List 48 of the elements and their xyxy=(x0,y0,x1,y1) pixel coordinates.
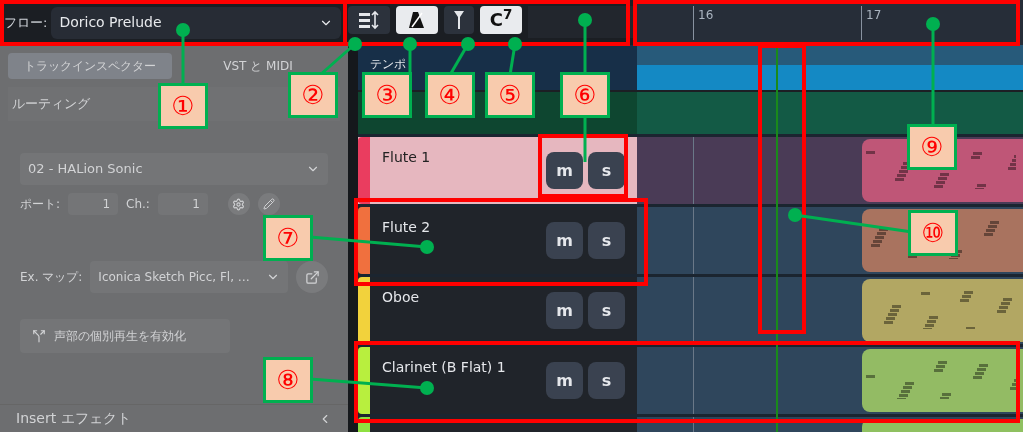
split-arrows-icon xyxy=(32,329,46,343)
track-name: Clarinet (B Flat) 1 xyxy=(382,359,506,375)
track-header[interactable]: Flute 2 m s xyxy=(358,207,637,274)
callout-line xyxy=(176,23,190,85)
callout-number: ⑨ xyxy=(907,124,957,170)
solo-button[interactable]: s xyxy=(588,362,625,399)
metronome-button[interactable] xyxy=(396,6,438,34)
section-title: ルーティング xyxy=(12,95,90,114)
solo-button[interactable]: s xyxy=(588,152,625,189)
chord-button[interactable]: C$^{7}$ xyxy=(480,6,522,34)
edit-icon[interactable] xyxy=(257,193,280,215)
callout-number: ④ xyxy=(425,72,475,118)
settings-icon[interactable] xyxy=(227,193,250,215)
mute-button[interactable]: m xyxy=(546,292,583,329)
mute-button[interactable]: m xyxy=(546,152,583,189)
channel-label: Ch.: xyxy=(126,196,150,213)
track-height-button[interactable] xyxy=(348,6,390,34)
mute-button[interactable]: m xyxy=(546,362,583,399)
rows-arrows-icon xyxy=(358,10,380,30)
flow-label: フロー: xyxy=(4,13,48,32)
port-label: ポート: xyxy=(20,196,61,213)
track-name: Flute 2 xyxy=(382,219,431,235)
callout-number: ② xyxy=(288,72,338,118)
filter-button[interactable] xyxy=(444,6,474,34)
callout-number: ① xyxy=(158,83,208,129)
callout-number: ③ xyxy=(362,72,412,118)
callout-number: ⑧ xyxy=(263,357,313,403)
filter-icon xyxy=(453,9,465,31)
callout-number: ⑤ xyxy=(485,72,535,118)
solo-button[interactable]: s xyxy=(588,222,625,259)
callout-line xyxy=(403,37,417,75)
solo-button[interactable]: s xyxy=(588,292,625,329)
track-header[interactable]: Clarinet (B Flat) 1 m s xyxy=(358,347,637,414)
metronome-icon xyxy=(408,10,426,30)
track-name: Oboe xyxy=(382,289,420,305)
callout-number: ⑩ xyxy=(908,210,958,256)
mute-button[interactable]: m xyxy=(546,222,583,259)
track-name: Flute 1 xyxy=(382,149,431,165)
bar-number: 17 xyxy=(861,6,882,40)
track-name: テンポ xyxy=(370,57,406,71)
section-title: Insert エフェクト xyxy=(16,409,131,428)
external-link-icon[interactable] xyxy=(296,261,328,293)
bar-number: 16 xyxy=(693,6,714,40)
flow-dropdown[interactable]: Dorico Prelude xyxy=(51,6,341,39)
splitter-bar[interactable] xyxy=(348,45,358,432)
callout-number: ⑥ xyxy=(560,72,610,118)
map-label: Ex. マップ: xyxy=(20,269,83,286)
callout-number: ⑦ xyxy=(263,215,313,261)
